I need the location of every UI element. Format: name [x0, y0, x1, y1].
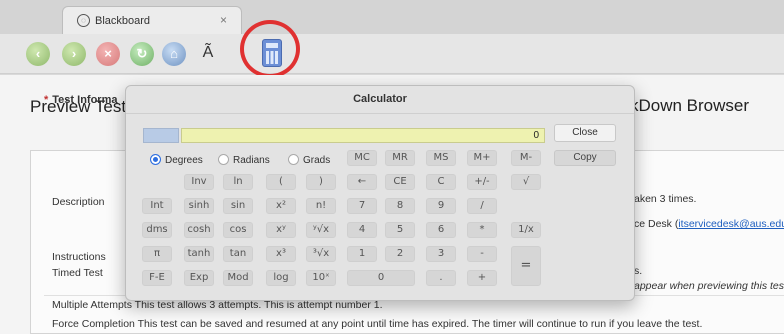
service-desk-email-link[interactable]: itservicedesk@aus.edu — [678, 218, 784, 230]
key-decimal[interactable]: . — [426, 270, 456, 286]
key-y-root-x[interactable]: ʸ√x — [306, 222, 336, 238]
forward-icon[interactable]: › — [62, 42, 86, 66]
key-9[interactable]: 9 — [426, 198, 456, 214]
stop-icon[interactable]: × — [96, 42, 120, 66]
radio-degrees[interactable]: Degrees — [150, 154, 203, 166]
back-icon[interactable]: ‹ — [26, 42, 50, 66]
calculator-title: Calculator — [353, 93, 407, 105]
key-lparen[interactable]: ( — [266, 174, 296, 190]
key-fe[interactable]: F-E — [142, 270, 172, 286]
key-tan[interactable]: tan — [223, 246, 253, 262]
key-int[interactable]: Int — [142, 198, 172, 214]
key-mr[interactable]: MR — [385, 150, 415, 166]
key-plusminus[interactable]: +/- — [467, 174, 497, 190]
key-mod[interactable]: Mod — [223, 270, 253, 286]
timed-test-note: appear when previewing this test) — [634, 280, 784, 292]
timed-test-text: s. — [634, 265, 643, 277]
key-dms[interactable]: dms — [142, 222, 172, 238]
key-cos[interactable]: cos — [223, 222, 253, 238]
key-4[interactable]: 4 — [347, 222, 377, 238]
description-label: Description — [52, 196, 105, 208]
key-c[interactable]: C — [426, 174, 456, 190]
radio-radians[interactable]: Radians — [218, 154, 270, 166]
memory-indicator — [143, 128, 179, 143]
key-backspace[interactable]: ← — [347, 174, 377, 190]
key-factorial[interactable]: n! — [306, 198, 336, 214]
tab-title: Blackboard — [95, 15, 151, 27]
key-x-power-y[interactable]: xʸ — [266, 222, 296, 238]
radio-grads[interactable]: Grads — [288, 154, 330, 166]
globe-icon: ◌ — [77, 14, 90, 27]
close-button[interactable]: Close — [554, 124, 616, 142]
key-6[interactable]: 6 — [426, 222, 456, 238]
service-desk-text: ce Desk (itservicedesk@aus.edu — [634, 218, 784, 230]
key-x-squared[interactable]: x² — [266, 198, 296, 214]
key-3[interactable]: 3 — [426, 246, 456, 262]
key-mc[interactable]: MC — [347, 150, 377, 166]
key-ce[interactable]: CE — [385, 174, 415, 190]
browser-tab-bar: ◌ Blackboard × — [0, 0, 784, 34]
key-cosh[interactable]: cosh — [184, 222, 214, 238]
key-mminus[interactable]: M- — [511, 150, 541, 166]
key-cube-root[interactable]: ³√x — [306, 246, 336, 262]
key-subtract[interactable]: - — [467, 246, 497, 262]
key-equals[interactable]: = — [511, 246, 541, 286]
calculator-icon[interactable] — [262, 39, 282, 67]
home-icon[interactable]: ⌂ — [162, 42, 186, 66]
reload-icon[interactable]: ↻ — [130, 42, 154, 66]
key-x-cubed[interactable]: x³ — [266, 246, 296, 262]
browser-toolbar: ‹ › × ↻ ⌂ Ã — [0, 34, 784, 74]
calculator-titlebar[interactable]: Calculator — [126, 86, 634, 114]
key-sinh[interactable]: sinh — [184, 198, 214, 214]
key-log[interactable]: log — [266, 270, 296, 286]
key-7[interactable]: 7 — [347, 198, 377, 214]
force-completion-text: Force Completion This test can be saved … — [52, 318, 703, 330]
key-ln[interactable]: ln — [223, 174, 253, 190]
key-reciprocal[interactable]: 1/x — [511, 222, 541, 238]
test-info-heading: * Test Informa — [44, 94, 118, 106]
key-ms[interactable]: MS — [426, 150, 456, 166]
key-0[interactable]: 0 — [347, 270, 415, 286]
calculator-window: Calculator 0 Close Copy Degrees Radians … — [125, 85, 635, 301]
key-sqrt[interactable]: √ — [511, 174, 541, 190]
key-1[interactable]: 1 — [347, 246, 377, 262]
font-icon[interactable]: Ã — [198, 44, 218, 66]
key-2[interactable]: 2 — [385, 246, 415, 262]
key-inv[interactable]: Inv — [184, 174, 214, 190]
key-tanh[interactable]: tanh — [184, 246, 214, 262]
key-pi[interactable]: π — [142, 246, 172, 262]
key-8[interactable]: 8 — [385, 198, 415, 214]
browser-tab[interactable]: ◌ Blackboard × — [62, 6, 242, 34]
key-exp[interactable]: Exp — [184, 270, 214, 286]
key-multiply[interactable]: * — [467, 222, 497, 238]
key-divide[interactable]: / — [467, 198, 497, 214]
copy-button[interactable]: Copy — [554, 150, 616, 166]
timed-test-label: Timed Test — [52, 267, 103, 279]
key-sin[interactable]: sin — [223, 198, 253, 214]
instructions-label: Instructions — [52, 251, 106, 263]
key-rparen[interactable]: ) — [306, 174, 336, 190]
description-text: aken 3 times. — [634, 193, 697, 205]
key-mplus[interactable]: M+ — [467, 150, 497, 166]
lockdown-title: kDown Browser — [630, 96, 750, 115]
calculator-display: 0 — [181, 128, 545, 143]
key-5[interactable]: 5 — [385, 222, 415, 238]
key-add[interactable]: + — [467, 270, 497, 286]
tab-close-icon[interactable]: × — [220, 13, 227, 27]
key-ten-power-x[interactable]: 10ˣ — [306, 270, 336, 286]
